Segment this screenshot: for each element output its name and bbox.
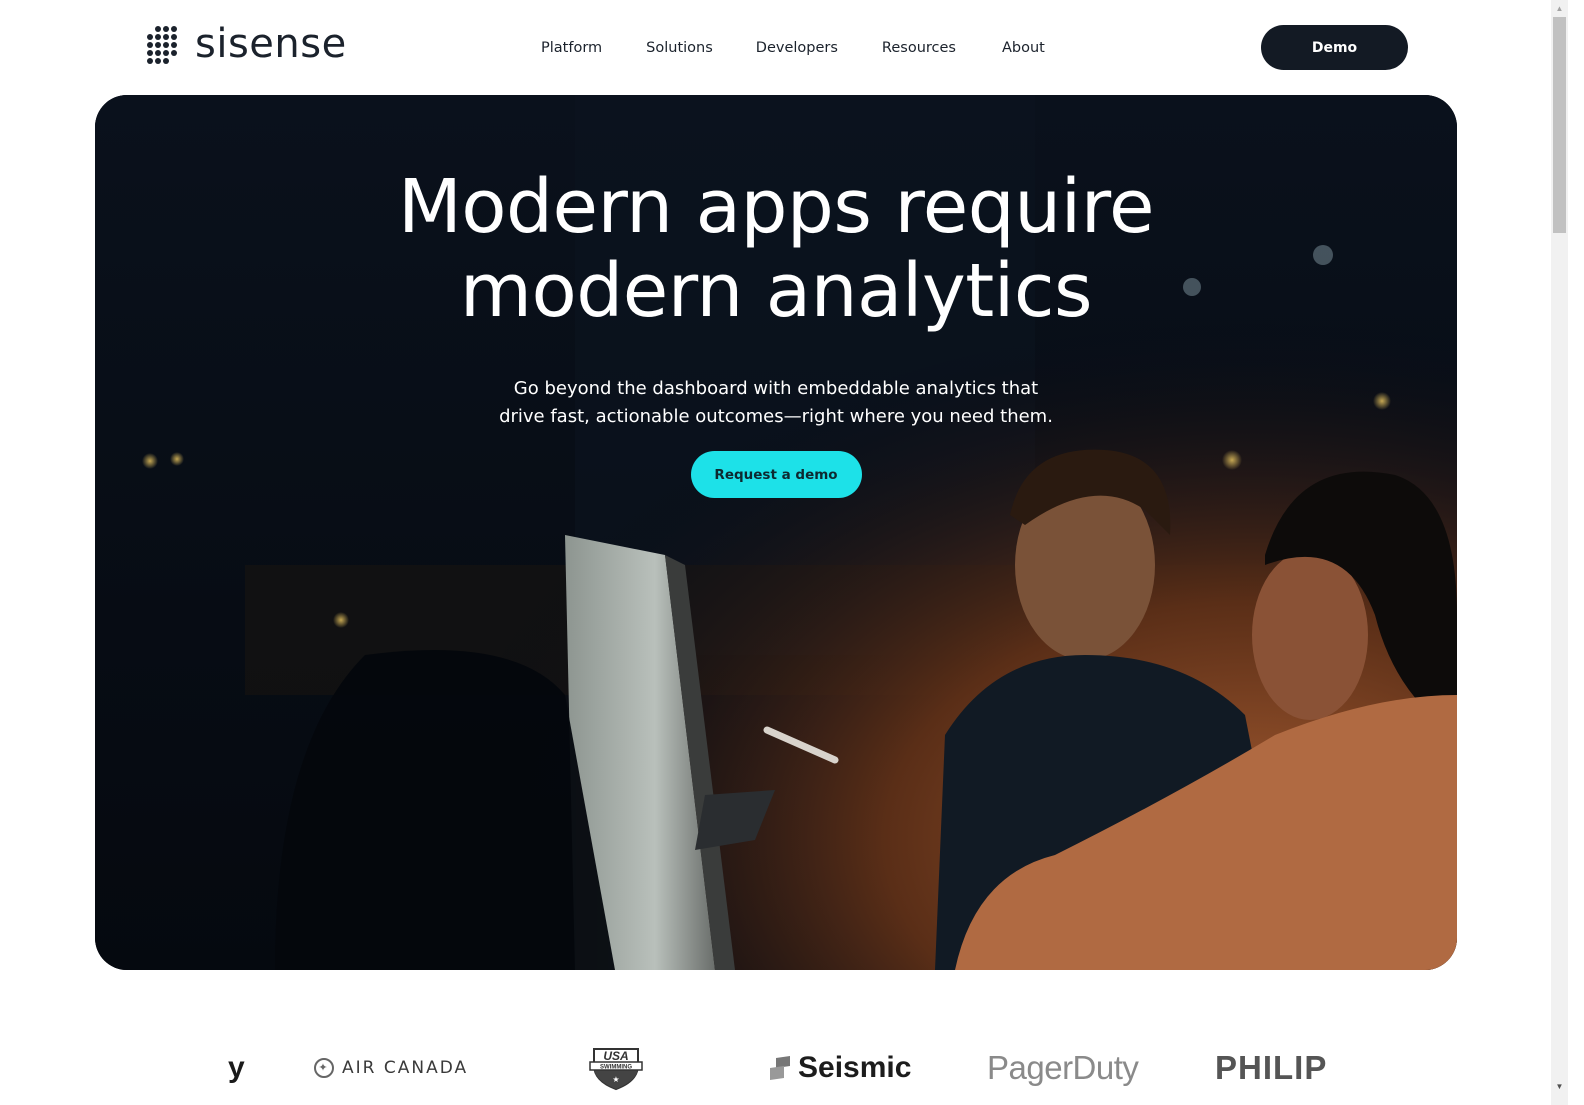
nav-item-resources[interactable]: Resources xyxy=(882,38,956,58)
hero-subtitle-line-2: drive fast, actionable outcomes—right wh… xyxy=(499,406,1053,427)
site-header: sisense Platform Solutions Developers Re… xyxy=(0,0,1551,95)
nav-item-solutions[interactable]: Solutions xyxy=(646,38,713,58)
scroll-down-arrow-icon[interactable]: ▼ xyxy=(1551,1078,1568,1095)
customer-logo-text: Seismic xyxy=(798,1050,912,1084)
hero-title: Modern apps require modern analytics xyxy=(95,165,1457,333)
nav-item-about[interactable]: About xyxy=(1002,38,1045,58)
shield-text-usa: USA xyxy=(603,1049,628,1063)
usa-swimming-shield-icon: USA SWIMMING ★ xyxy=(589,1047,643,1090)
customer-logo-text: y xyxy=(228,1050,245,1084)
seismic-mark-icon xyxy=(770,1055,790,1080)
vertical-scrollbar[interactable]: ▲ ▼ xyxy=(1551,0,1568,1105)
shield-star: ★ xyxy=(612,1075,619,1084)
scrollbar-thumb[interactable] xyxy=(1553,17,1566,233)
customer-logo-usa-swimming: USA SWIMMING ★ xyxy=(588,1030,644,1105)
customer-logo-text: PHILIP xyxy=(1215,1048,1328,1086)
main-nav: Platform Solutions Developers Resources … xyxy=(541,38,1045,58)
shield-text-swimming: SWIMMING xyxy=(600,1064,632,1070)
seismic-mark-bottom xyxy=(770,1065,784,1080)
demo-button[interactable]: Demo xyxy=(1261,25,1408,70)
hero-title-line-1: Modern apps require xyxy=(397,164,1155,250)
nav-item-developers[interactable]: Developers xyxy=(756,38,838,58)
bokeh-light xyxy=(333,612,349,628)
nav-item-platform[interactable]: Platform xyxy=(541,38,602,58)
customer-logo-philips-partial: PHILIP xyxy=(1215,1030,1327,1105)
maple-leaf-icon: ✦ xyxy=(314,1057,334,1078)
sisense-logo-link[interactable]: sisense xyxy=(145,24,347,68)
hero-section: Modern apps require modern analytics Go … xyxy=(95,95,1457,970)
customer-logo-text: PagerDuty xyxy=(987,1048,1139,1086)
hero-title-line-2: modern analytics xyxy=(459,248,1093,334)
hero-subtitle-line-1: Go beyond the dashboard with embeddable … xyxy=(513,378,1039,399)
customer-logos-strip: y ✦ AIR CANADA USA SWIMMING ★ Seismic Pa… xyxy=(140,1030,1340,1105)
customer-logo-air-canada: ✦ AIR CANADA xyxy=(314,1030,468,1105)
customer-logo-text: AIR CANADA xyxy=(342,1057,469,1078)
woman-head xyxy=(1252,550,1368,720)
hero-content: Modern apps require modern analytics Go … xyxy=(95,95,1457,498)
request-demo-button[interactable]: Request a demo xyxy=(690,451,862,498)
window-edge xyxy=(1568,0,1584,1105)
sisense-dots-icon xyxy=(145,24,179,68)
hero-subtitle: Go beyond the dashboard with embeddable … xyxy=(476,375,1076,431)
brand-name: sisense xyxy=(195,21,347,67)
customer-logo-seismic: Seismic xyxy=(770,1030,911,1105)
customer-logo-pagerduty: PagerDuty xyxy=(987,1030,1139,1105)
scroll-up-arrow-icon[interactable]: ▲ xyxy=(1551,0,1568,17)
customer-logo-partial: y xyxy=(228,1030,245,1105)
